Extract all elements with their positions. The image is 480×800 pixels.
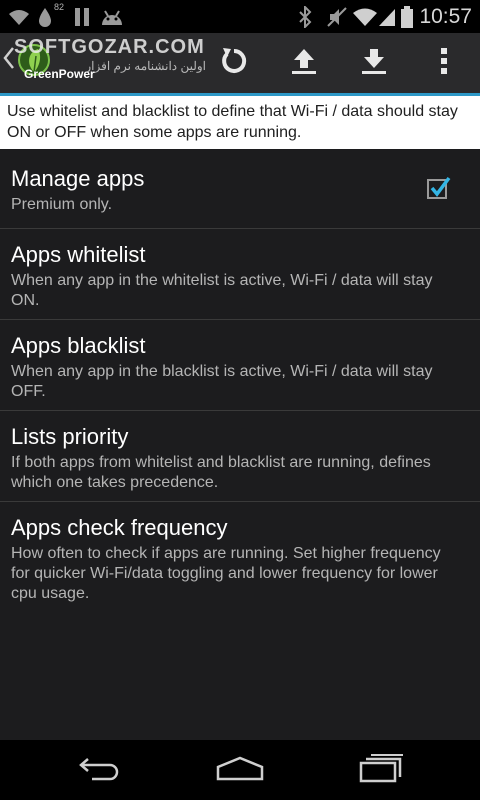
wifi-icon (352, 0, 378, 33)
download-icon (359, 46, 389, 81)
pause-icon (74, 0, 90, 33)
overflow-menu-button[interactable] (416, 33, 472, 93)
app-name: GreenPower (24, 67, 95, 81)
bluetooth-icon (298, 0, 312, 33)
manage-apps-checkbox[interactable] (426, 175, 452, 201)
pref-summary: Premium only. (11, 196, 113, 213)
upload-icon (289, 46, 319, 81)
navigation-bar (0, 740, 480, 800)
wifi-signal-icon (8, 0, 30, 33)
pref-apps-check-frequency[interactable]: Apps check frequency How often to check … (0, 502, 480, 612)
description-banner: Use whitelist and blacklist to define th… (0, 93, 480, 149)
status-bar: 82 10:57 (0, 0, 480, 33)
pref-summary: If both apps from whitelist and blacklis… (11, 454, 431, 491)
battery-level-text: 82 (54, 2, 65, 12)
battery-icon (400, 0, 414, 33)
download-button[interactable] (346, 33, 402, 93)
pref-apps-whitelist[interactable]: Apps whitelist When any app in the white… (0, 229, 480, 319)
status-clock: 10:57 (419, 5, 472, 28)
action-bar: SOFTGOZAR.COM اولین دانشنامه نرم افزار G… (0, 33, 480, 93)
android-icon (100, 0, 124, 33)
pref-title: Lists priority (11, 424, 129, 449)
back-button[interactable] (60, 748, 140, 792)
recent-apps-icon (357, 753, 403, 788)
pref-apps-blacklist[interactable]: Apps blacklist When any app in the black… (0, 320, 480, 410)
upload-button[interactable] (276, 33, 332, 93)
pref-lists-priority[interactable]: Lists priority If both apps from whiteli… (0, 411, 480, 501)
watermark-subtitle: اولین دانشنامه نرم افزار (85, 59, 206, 73)
pref-title: Apps whitelist (11, 242, 146, 267)
watermark-title: SOFTGOZAR.COM (14, 36, 205, 58)
home-button[interactable] (200, 748, 280, 792)
pref-summary: When any app in the blacklist is active,… (11, 363, 433, 400)
water-drop-icon (38, 0, 52, 33)
refresh-button[interactable] (206, 33, 262, 93)
pref-manage-apps[interactable]: Manage apps Premium only. (0, 152, 480, 228)
pref-title: Apps check frequency (11, 515, 228, 540)
back-icon (78, 755, 122, 786)
mute-icon (326, 0, 348, 33)
pref-title: Apps blacklist (11, 333, 146, 358)
preference-list: Manage apps Premium only. Apps whitelist… (0, 152, 480, 612)
pref-summary: When any app in the whitelist is active,… (11, 272, 433, 309)
overflow-menu-icon (440, 46, 448, 81)
app-home-button[interactable]: SOFTGOZAR.COM اولین دانشنامه نرم افزار G… (0, 33, 210, 93)
refresh-icon (218, 45, 250, 82)
pref-title: Manage apps (11, 166, 145, 191)
pref-summary: How often to check if apps are running. … (11, 545, 441, 602)
home-icon (215, 755, 265, 786)
recent-apps-button[interactable] (340, 748, 420, 792)
cell-signal-icon (378, 0, 396, 33)
